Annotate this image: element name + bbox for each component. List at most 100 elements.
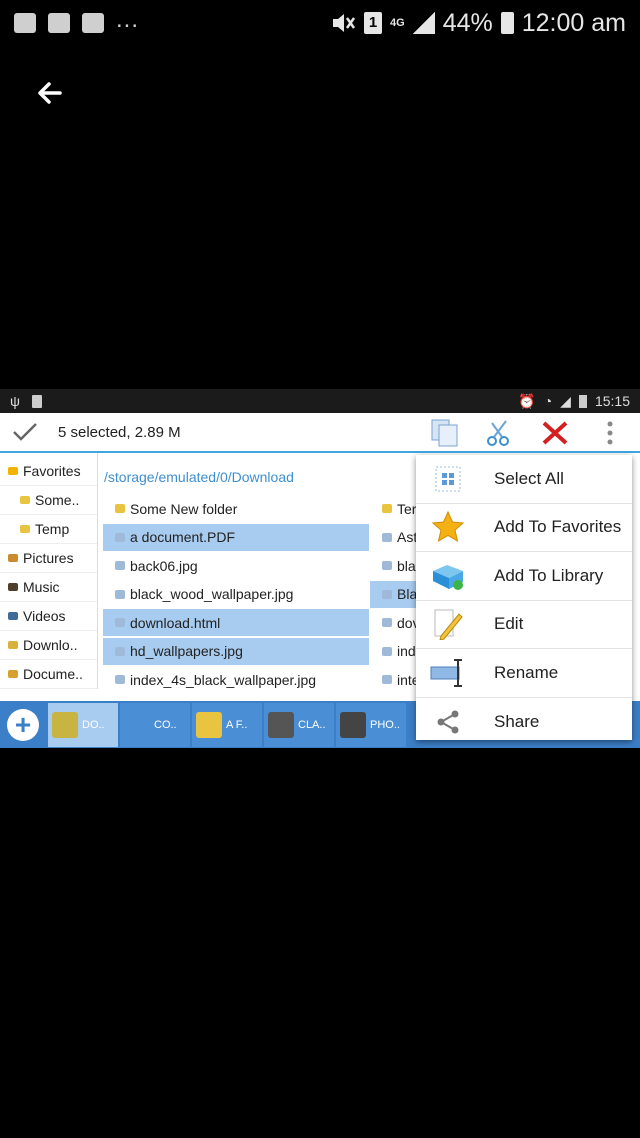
camera-icon xyxy=(82,13,104,33)
file-icon xyxy=(115,675,125,684)
share-icon xyxy=(430,704,466,740)
file-icon xyxy=(382,646,392,656)
file-row[interactable]: hd_wallpapers.jpg xyxy=(103,637,369,665)
copy-icon[interactable] xyxy=(430,419,460,447)
delete-icon[interactable] xyxy=(540,419,570,447)
window-tab-icon xyxy=(340,711,366,738)
battery-icon xyxy=(500,12,514,34)
alarm-icon: ⏰ xyxy=(518,392,536,409)
menu-item-add-to-favorites[interactable]: Add To Favorites xyxy=(416,504,632,552)
menu-item-label: Edit xyxy=(494,614,524,634)
plus-icon: + xyxy=(7,708,39,741)
file-name: hd_wallpapers.jpg xyxy=(130,643,243,659)
sidebar-item[interactable]: Videos xyxy=(0,602,97,631)
folder-icon xyxy=(115,504,125,513)
inner-clock: 15:15 xyxy=(594,393,630,409)
file-name: Bla xyxy=(397,586,418,602)
window-tab-label: PHO.. xyxy=(370,718,400,731)
window-tab-label: CLA.. xyxy=(298,718,326,731)
sidebar-item[interactable]: Favorites xyxy=(0,457,97,486)
selection-toolbar: 5 selected, 2.89 M xyxy=(0,413,640,453)
sidebar-item[interactable]: Temp xyxy=(0,515,97,544)
folder-icon xyxy=(8,583,18,591)
more-notifications-icon: ... xyxy=(116,6,140,33)
sim-slot-icon: 1 xyxy=(364,12,383,34)
folder-icon xyxy=(8,612,18,620)
file-row[interactable]: black_wood_wallpaper.jpg xyxy=(103,581,369,608)
cut-icon[interactable] xyxy=(484,419,514,447)
sidebar-item[interactable]: Pictures xyxy=(0,544,97,573)
file-row[interactable]: index_4s_black_wallpaper.jpg xyxy=(103,666,369,693)
window-tab-label: CO.. xyxy=(154,718,177,731)
signal-icon xyxy=(412,12,435,34)
file-name: Ast xyxy=(397,529,418,545)
file-name: Some New folder xyxy=(130,500,238,517)
file-icon xyxy=(382,561,392,570)
file-row[interactable]: a document.PDF xyxy=(103,523,369,551)
file-icon xyxy=(115,589,125,599)
menu-item-label: Add To Library xyxy=(494,565,604,585)
back-arrow-icon[interactable] xyxy=(30,72,74,116)
menu-item-edit[interactable]: Edit xyxy=(416,601,632,649)
overflow-menu-icon[interactable] xyxy=(600,419,620,447)
done-check-icon[interactable] xyxy=(0,412,50,452)
window-tab[interactable]: DO.. xyxy=(48,702,118,747)
new-window-button[interactable]: + xyxy=(0,702,46,748)
sidebar-item-label: Videos xyxy=(23,608,66,624)
current-path[interactable]: /storage/emulated/0/Download xyxy=(104,469,294,485)
file-name: ind xyxy=(397,643,416,659)
window-tab[interactable]: PHO.. xyxy=(336,702,406,747)
file-row[interactable]: Some New folder xyxy=(103,495,369,522)
menu-item-share[interactable]: Share xyxy=(416,698,632,747)
menu-item-label: Share xyxy=(494,711,540,731)
sidebar-item[interactable]: Docume.. xyxy=(0,660,97,689)
menu-item-add-to-library[interactable]: Add To Library xyxy=(416,552,632,601)
phone-clock: 12:00 am xyxy=(521,8,626,37)
sidebar-item[interactable]: Music xyxy=(0,573,97,602)
file-name: index_4s_black_wallpaper.jpg xyxy=(130,671,317,688)
file-icon xyxy=(382,589,392,599)
file-icon xyxy=(115,618,125,627)
sidebar-item-label: Temp xyxy=(35,521,70,537)
folder-icon xyxy=(8,670,18,678)
sidebar-item-label: Music xyxy=(23,579,60,595)
battery-percent: 44% xyxy=(442,8,493,37)
window-tab-label: DO.. xyxy=(82,718,105,731)
file-name: download.html xyxy=(130,614,221,631)
pencil-icon xyxy=(430,606,466,642)
window-tab-icon xyxy=(196,711,222,738)
file-row[interactable]: back06.jpg xyxy=(103,552,369,579)
sidebar-item[interactable]: Downlo.. xyxy=(0,631,97,660)
phone-status-bar: ... 1 4G 44% 12:00 am xyxy=(0,0,640,46)
sd-icon xyxy=(31,394,42,408)
inner-battery-icon xyxy=(578,394,587,408)
usb-icon: ψ xyxy=(10,393,20,409)
star-icon xyxy=(430,509,466,545)
sidebar: Favorites Some.. Temp Pictures Music Videos Do… xyxy=(0,453,98,689)
file-name: bla xyxy=(397,557,416,574)
gallery-icon xyxy=(14,13,36,33)
window-tab-icon xyxy=(52,711,78,738)
library-icon xyxy=(430,558,466,594)
menu-item-rename[interactable]: Rename xyxy=(416,649,632,698)
inner-status-bar: ψ ⏰ ◔ ◢ 15:15 xyxy=(0,389,640,413)
window-tab[interactable]: CLA.. xyxy=(264,702,334,747)
file-icon xyxy=(382,618,392,627)
folder-icon xyxy=(20,525,30,533)
folder-icon xyxy=(8,554,18,562)
rename-icon xyxy=(430,655,466,691)
menu-item-label: Rename xyxy=(494,662,559,682)
game-icon xyxy=(48,13,70,33)
menu-item-select-all[interactable]: Select All xyxy=(416,455,632,504)
wifi-icon: ◔ xyxy=(543,393,553,409)
network-type-label: 4G xyxy=(390,16,405,29)
file-name: Ter xyxy=(397,500,417,517)
window-tab[interactable]: A F.. xyxy=(192,702,262,747)
mute-icon xyxy=(333,14,356,32)
file-row[interactable]: download.html xyxy=(103,609,369,636)
sidebar-item[interactable]: Some.. xyxy=(0,486,97,515)
window-tab[interactable]: CO.. xyxy=(120,702,190,747)
folder-icon xyxy=(382,504,392,513)
overflow-menu: Select All Add To Favorites Add To Library… xyxy=(416,455,632,740)
file-name: black_wood_wallpaper.jpg xyxy=(130,586,294,602)
